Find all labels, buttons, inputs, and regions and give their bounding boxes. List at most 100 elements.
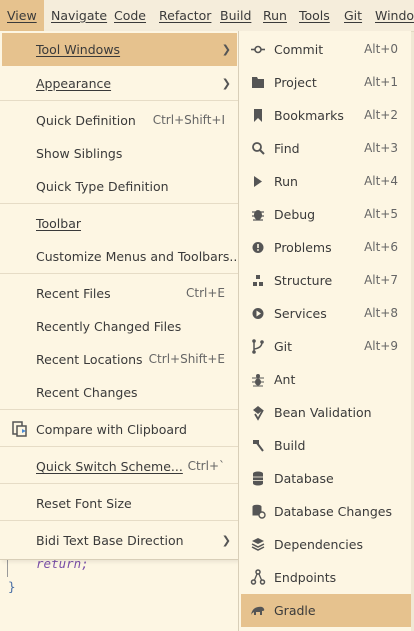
menu-item-tool-windows[interactable]: Tool Windows ❯	[2, 33, 237, 66]
tool-window-database[interactable]: Database	[241, 462, 411, 495]
tool-window-label: Run	[274, 174, 298, 189]
tool-window-shortcut: Alt+1	[364, 75, 398, 89]
menu-build[interactable]: Build	[220, 0, 251, 31]
menu-item-quick-definition[interactable]: Quick Definition Ctrl+Shift+I	[2, 104, 237, 137]
menu-item-label: Bidi Text Base Direction	[36, 533, 184, 548]
gradle-icon	[250, 594, 266, 627]
tool-window-services[interactable]: Services Alt+8	[241, 297, 411, 330]
database-icon	[250, 462, 266, 495]
bookmark-icon	[250, 99, 266, 132]
view-menu: Tool Windows ❯ Appearance ❯ Quick Defini…	[0, 31, 241, 560]
tool-window-shortcut: Alt+0	[364, 42, 398, 56]
menu-item-label: Tool Windows	[36, 42, 121, 57]
tool-window-shortcut: Alt+5	[364, 207, 398, 221]
menu-item-bidi-text-direction[interactable]: Bidi Text Base Direction ❯	[2, 524, 237, 557]
menu-item-toolbar[interactable]: Toolbar	[2, 207, 237, 240]
tool-window-shortcut: Alt+9	[364, 339, 398, 353]
tool-window-build[interactable]: Build	[241, 429, 411, 462]
menu-navigate[interactable]: Navigate	[51, 0, 107, 31]
menu-separator	[0, 203, 238, 204]
tool-window-database-changes[interactable]: Database Changes	[241, 495, 411, 528]
tool-window-run[interactable]: Run Alt+4	[241, 165, 411, 198]
menu-item-shortcut: Ctrl+Shift+I	[152, 113, 225, 127]
chevron-right-icon: ❯	[221, 77, 231, 90]
tool-window-structure[interactable]: Structure Alt+7	[241, 264, 411, 297]
tool-window-label: Debug	[274, 207, 316, 222]
menu-item-label: Show Siblings	[36, 146, 123, 161]
menu-item-customize-menus[interactable]: Customize Menus and Toolbars...	[2, 240, 241, 273]
menu-git[interactable]: Git	[344, 0, 362, 31]
menu-item-label: Quick Type Definition	[36, 179, 169, 194]
menu-item-label: Appearance	[36, 76, 112, 91]
menu-item-label: Recently Changed Files	[36, 319, 182, 334]
search-icon	[250, 132, 266, 165]
tool-window-shortcut: Alt+3	[364, 141, 398, 155]
tool-window-label: Dependencies	[274, 537, 363, 552]
menu-item-recent-locations[interactable]: Recent Locations Ctrl+Shift+E	[2, 343, 237, 376]
menu-view[interactable]: View	[0, 0, 44, 31]
menu-refactor[interactable]: Refactor	[159, 0, 211, 31]
tool-window-find[interactable]: Find Alt+3	[241, 132, 411, 165]
menu-item-recent-files[interactable]: Recent Files Ctrl+E	[2, 277, 237, 310]
tool-windows-submenu: Commit Alt+0 Project Alt+1 Bookmarks Alt…	[238, 31, 411, 631]
tool-window-shortcut: Alt+6	[364, 240, 398, 254]
tool-window-label: Gradle	[274, 603, 316, 618]
tool-window-shortcut: Alt+8	[364, 306, 398, 320]
tool-window-commit[interactable]: Commit Alt+0	[241, 33, 411, 66]
play-icon	[250, 165, 266, 198]
database-changes-icon	[250, 495, 266, 528]
tool-window-ant[interactable]: Ant	[241, 363, 411, 396]
problems-icon	[250, 231, 266, 264]
menu-item-compare-with-clipboard[interactable]: Compare with Clipboard	[2, 413, 237, 446]
tool-window-git[interactable]: Git Alt+9	[241, 330, 411, 363]
menu-item-quick-switch-scheme[interactable]: Quick Switch Scheme... Ctrl+`	[2, 450, 237, 483]
menu-item-reset-font-size[interactable]: Reset Font Size	[2, 487, 237, 520]
tool-window-bookmarks[interactable]: Bookmarks Alt+2	[241, 99, 411, 132]
tool-window-shortcut: Alt+7	[364, 273, 398, 287]
menu-window[interactable]: Window	[375, 0, 414, 31]
menu-item-show-siblings[interactable]: Show Siblings	[2, 137, 237, 170]
menu-separator	[0, 483, 238, 484]
bean-validation-icon	[250, 396, 266, 429]
menu-item-quick-type-definition[interactable]: Quick Type Definition	[2, 170, 237, 203]
tool-window-label: Build	[274, 438, 306, 453]
bug-icon	[250, 198, 266, 231]
menu-separator	[0, 273, 238, 274]
menu-item-recent-changes[interactable]: Recent Changes	[2, 376, 237, 409]
menu-item-label: Customize Menus and Toolbars...	[36, 249, 242, 264]
tool-window-label: Find	[274, 141, 300, 156]
tool-window-bean-validation[interactable]: Bean Validation	[241, 396, 411, 429]
tool-window-problems[interactable]: Problems Alt+6	[241, 231, 411, 264]
menu-tools[interactable]: Tools	[299, 0, 330, 31]
menu-item-appearance[interactable]: Appearance ❯	[2, 67, 237, 100]
menu-item-label: Recent Changes	[36, 385, 138, 400]
ant-icon	[250, 363, 266, 396]
tool-window-label: Bookmarks	[274, 108, 344, 123]
menu-item-recently-changed-files[interactable]: Recently Changed Files	[2, 310, 237, 343]
menu-item-label: Quick Definition	[36, 113, 136, 128]
compare-icon	[10, 413, 30, 446]
menu-code[interactable]: Code	[114, 0, 146, 31]
tool-window-project[interactable]: Project Alt+1	[241, 66, 411, 99]
tool-window-label: Database	[274, 471, 334, 486]
menu-item-shortcut: Ctrl+Shift+E	[148, 352, 225, 366]
menu-run[interactable]: Run	[263, 0, 287, 31]
chevron-right-icon: ❯	[221, 534, 231, 547]
tool-window-label: Endpoints	[274, 570, 337, 585]
tool-window-label: Services	[274, 306, 327, 321]
menu-item-label: Recent Files	[36, 286, 111, 301]
tool-window-dependencies[interactable]: Dependencies	[241, 528, 411, 561]
menu-item-label: Compare with Clipboard	[36, 422, 187, 437]
tool-window-gradle[interactable]: Gradle	[241, 594, 411, 627]
tool-window-debug[interactable]: Debug Alt+5	[241, 198, 411, 231]
hammer-icon	[250, 429, 266, 462]
tool-window-shortcut: Alt+2	[364, 108, 398, 122]
tool-window-label: Git	[274, 339, 293, 354]
git-branch-icon	[250, 330, 266, 363]
endpoints-icon	[250, 561, 266, 594]
menu-item-shortcut: Ctrl+`	[187, 459, 225, 473]
menu-item-label: Quick Switch Scheme...	[36, 459, 183, 474]
commit-icon	[250, 33, 266, 66]
tool-window-label: Bean Validation	[274, 405, 372, 420]
tool-window-endpoints[interactable]: Endpoints	[241, 561, 411, 594]
